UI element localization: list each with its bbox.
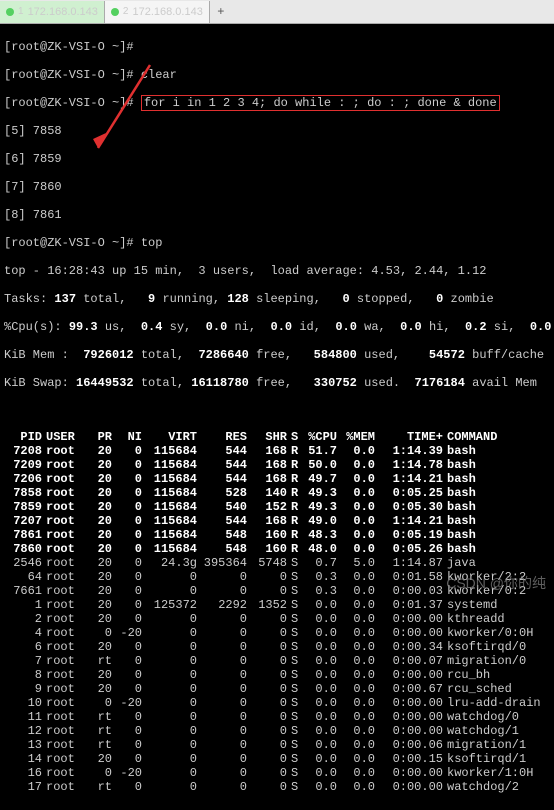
status-dot-icon [111, 8, 119, 16]
top-mem: KiB Mem : 7926012 total, 7286640 free, 5… [4, 348, 550, 362]
table-row: 7858root200115684528140R49.30.00:05.25ba… [4, 486, 550, 500]
table-row: 7861root200115684548160R48.30.00:05.19ba… [4, 528, 550, 542]
table-row: 2root200000S0.00.00:00.00kthreadd [4, 612, 550, 626]
top-line1: top - 16:28:43 up 15 min, 3 users, load … [4, 264, 550, 278]
new-tab-button[interactable]: + [210, 5, 232, 19]
tab-number: 1 [18, 6, 24, 17]
table-row: 2546root20024.3g3953645748S0.75.01:14.87… [4, 556, 550, 570]
prompt: [root@ZK-VSI-O ~]# [4, 68, 134, 82]
tab-1[interactable]: 1 172.168.0.143 [0, 1, 105, 23]
top-swap: KiB Swap: 16449532 total, 16118780 free,… [4, 376, 550, 390]
watermark: CSDN @你的纯 [446, 573, 546, 593]
top-cpu: %Cpu(s): 99.3 us, 0.4 sy, 0.0 ni, 0.0 id… [4, 320, 550, 334]
table-row: 1root20012537222921352S0.00.00:01.37syst… [4, 598, 550, 612]
table-row: 7207root200115684544168R49.00.01:14.21ba… [4, 514, 550, 528]
terminal[interactable]: [root@ZK-VSI-O ~]# [root@ZK-VSI-O ~]# cl… [0, 24, 554, 810]
table-row: 7208root200115684544168R51.70.01:14.39ba… [4, 444, 550, 458]
table-header: PIDUSERPRNIVIRTRESSHRS%CPU%MEMTIME+COMMA… [4, 430, 550, 444]
cmd-clear: clear [141, 68, 177, 82]
table-row: 12rootrt0000S0.00.00:00.00watchdog/1 [4, 724, 550, 738]
tab-ip: 172.168.0.143 [132, 6, 202, 18]
prompt: [root@ZK-VSI-O ~]# [4, 40, 134, 54]
prompt: [root@ZK-VSI-O ~]# [4, 96, 134, 110]
table-row: 7860root200115684548160R48.00.00:05.26ba… [4, 542, 550, 556]
table-row: 16root0-20000S0.00.00:00.00kworker/1:0H [4, 766, 550, 780]
job-output: [7] 7860 [4, 180, 550, 194]
job-output: [8] 7861 [4, 208, 550, 222]
table-row: 8root200000S0.00.00:00.00rcu_bh [4, 668, 550, 682]
table-row: 11rootrt0000S0.00.00:00.00watchdog/0 [4, 710, 550, 724]
table-row: 14root200000S0.00.00:00.15ksoftirqd/1 [4, 752, 550, 766]
cmd-for-highlight: for i in 1 2 3 4; do while : ; do : ; do… [141, 95, 500, 111]
tab-number: 2 [123, 6, 129, 17]
job-output: [5] 7858 [4, 124, 550, 138]
status-dot-icon [6, 8, 14, 16]
table-row: 10root0-20000S0.00.00:00.00lru-add-drain [4, 696, 550, 710]
table-row: 7rootrt0000S0.00.00:00.07migration/0 [4, 654, 550, 668]
tab-ip: 172.168.0.143 [28, 6, 98, 18]
top-tasks: Tasks: 137 total, 9 running, 128 sleepin… [4, 292, 550, 306]
tab-2[interactable]: 2 172.168.0.143 [105, 1, 210, 23]
cmd-top: top [141, 236, 163, 250]
table-row: 7209root200115684544168R50.00.01:14.78ba… [4, 458, 550, 472]
table-row: 17rootrt0000S0.00.00:00.00watchdog/2 [4, 780, 550, 794]
table-row: 4root0-20000S0.00.00:00.00kworker/0:0H [4, 626, 550, 640]
prompt: [root@ZK-VSI-O ~]# [4, 236, 134, 250]
table-row: 7859root200115684540152R49.30.00:05.30ba… [4, 500, 550, 514]
process-table: PIDUSERPRNIVIRTRESSHRS%CPU%MEMTIME+COMMA… [4, 430, 550, 794]
table-row: 9root200000S0.00.00:00.67rcu_sched [4, 682, 550, 696]
table-row: 13rootrt0000S0.00.00:00.06migration/1 [4, 738, 550, 752]
table-row: 6root200000S0.00.00:00.34ksoftirqd/0 [4, 640, 550, 654]
table-row: 7206root200115684544168R49.70.01:14.21ba… [4, 472, 550, 486]
tab-bar: 1 172.168.0.143 2 172.168.0.143 + [0, 0, 554, 24]
job-output: [6] 7859 [4, 152, 550, 166]
